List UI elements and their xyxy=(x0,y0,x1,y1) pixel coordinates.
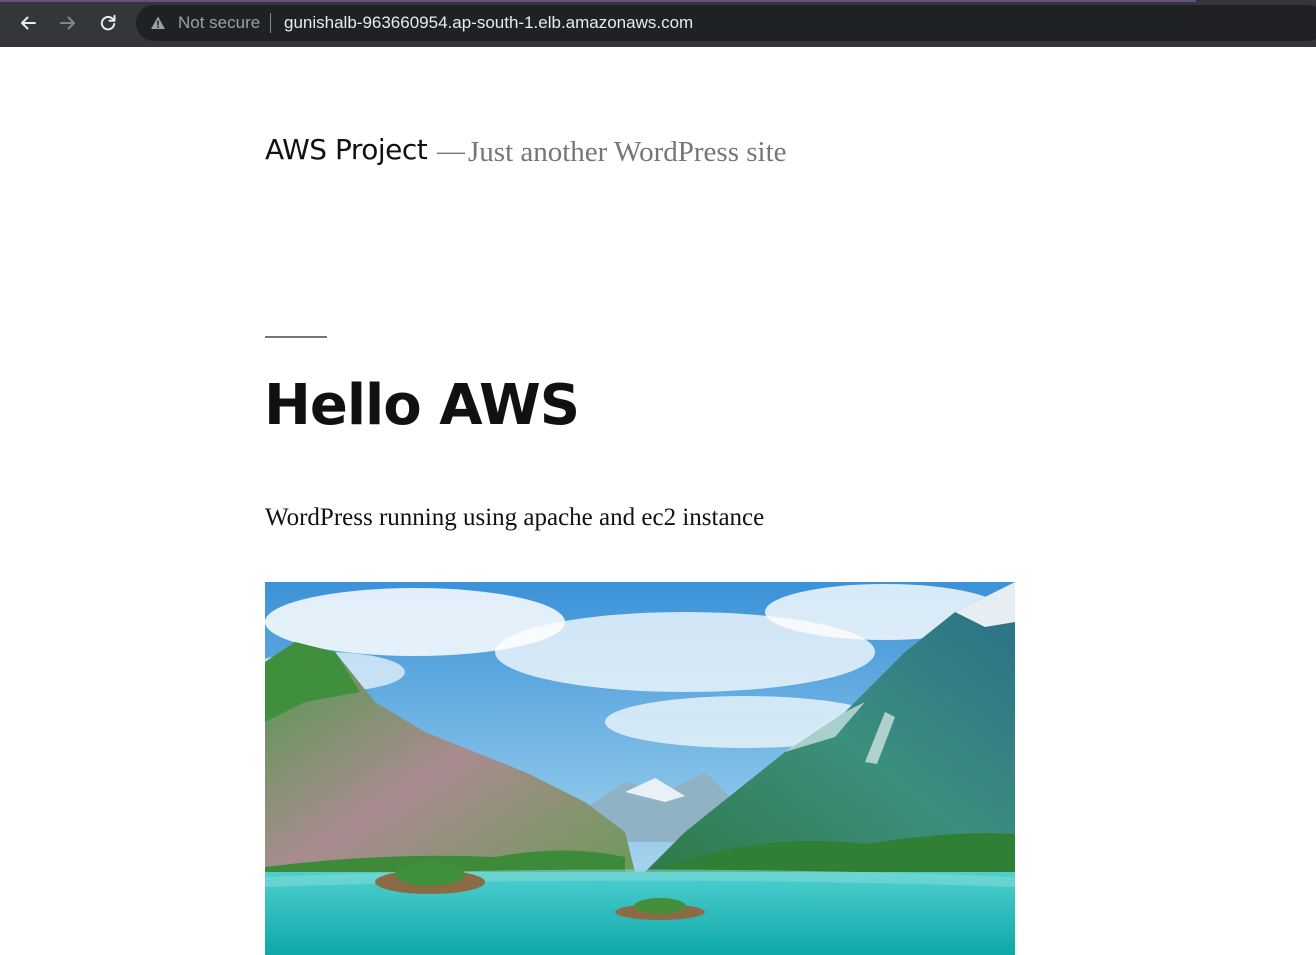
site-tagline: Just another WordPress site xyxy=(468,136,787,168)
post-content-text: WordPress running using apache and ec2 i… xyxy=(265,504,765,531)
back-button[interactable] xyxy=(14,9,42,37)
warning-icon[interactable] xyxy=(150,15,166,31)
forward-icon xyxy=(60,16,75,30)
reload-icon xyxy=(100,14,116,31)
security-status[interactable]: Not secure xyxy=(178,13,260,33)
post-featured-image xyxy=(265,582,1015,955)
post-separator-rule xyxy=(265,336,327,338)
post-title: Hello AWS xyxy=(264,373,580,438)
reload-button[interactable] xyxy=(94,9,122,37)
forward-button[interactable] xyxy=(54,9,82,37)
site-title-separator: — xyxy=(437,136,465,167)
omnibox-divider xyxy=(270,13,271,33)
back-icon xyxy=(21,16,36,30)
site-title-link[interactable]: AWS Project xyxy=(265,130,428,170)
landscape-image xyxy=(265,582,1015,955)
tab-strip-accent xyxy=(0,0,1196,2)
url-text[interactable]: gunishalb-963660954.ap-south-1.elb.amazo… xyxy=(284,13,693,33)
browser-toolbar: Not secure gunishalb-963660954.ap-south-… xyxy=(0,0,1316,47)
address-bar[interactable]: Not secure gunishalb-963660954.ap-south-… xyxy=(136,5,1316,41)
